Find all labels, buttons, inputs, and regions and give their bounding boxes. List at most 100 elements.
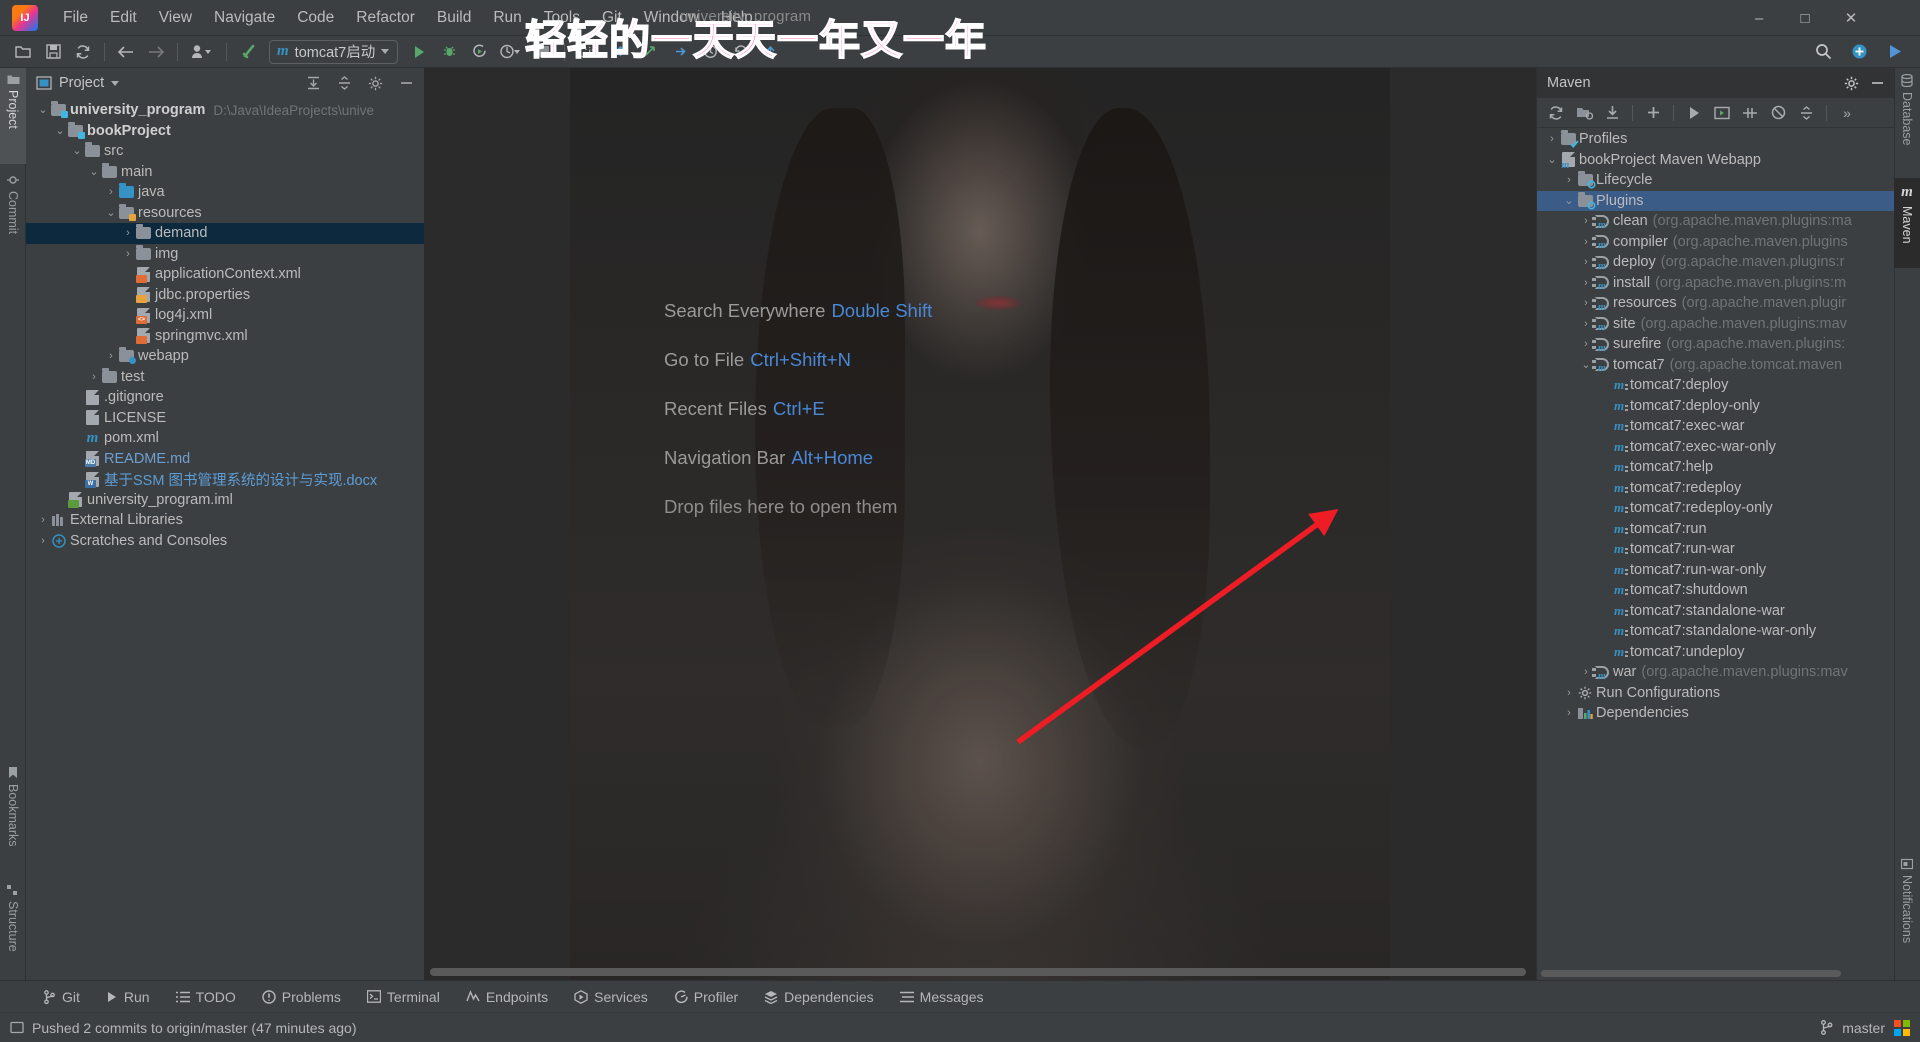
maven-tree-node[interactable]: › Lifecycle xyxy=(1537,170,1894,191)
profiler-icon[interactable] xyxy=(494,39,528,65)
git-commit-icon[interactable] xyxy=(635,39,665,65)
menu-item-navigate[interactable]: Navigate xyxy=(203,5,286,31)
hide-icon[interactable] xyxy=(394,72,418,94)
menu-item-run[interactable]: Run xyxy=(482,5,532,31)
maven-goal-tomcat7-run[interactable]: m tomcat7:run xyxy=(1537,519,1894,540)
git-push-icon[interactable] xyxy=(665,39,695,65)
run-configuration-selector[interactable]: m tomcat7启动 xyxy=(269,39,399,64)
close-button[interactable]: ✕ xyxy=(1828,0,1874,36)
maven-tree-node[interactable]: m tomcat7:redeploy-only xyxy=(1537,498,1894,519)
chevron-down-icon[interactable]: ⌄ xyxy=(70,146,84,157)
maven-tree-node[interactable]: m tomcat7:shutdown xyxy=(1537,580,1894,601)
minimize-button[interactable]: – xyxy=(1736,0,1782,36)
git-branch-label[interactable]: master xyxy=(1842,1020,1885,1036)
maven-tree-node[interactable]: › m site (org.apache.maven.plugins:mav xyxy=(1537,314,1894,335)
chevron-down-icon[interactable]: ⌄ xyxy=(87,166,101,177)
chevron-right-icon[interactable]: › xyxy=(1579,666,1593,678)
bottom-tab-run[interactable]: Run xyxy=(93,985,163,1009)
maven-tree-node[interactable]: m tomcat7:run-war-only xyxy=(1537,560,1894,581)
sidebar-item-project[interactable]: Project xyxy=(0,68,26,164)
chevron-down-icon[interactable]: ⌄ xyxy=(1579,359,1593,370)
download-sources-icon[interactable] xyxy=(1599,101,1625,125)
sidebar-item-structure[interactable]: Structure xyxy=(0,878,26,974)
maven-tree-node[interactable]: m tomcat7:help xyxy=(1537,457,1894,478)
menu-item-git[interactable]: Git xyxy=(591,5,633,31)
editor-horizontal-scrollbar[interactable] xyxy=(424,968,1536,976)
maven-tree-node[interactable]: m tomcat7:deploy-only xyxy=(1537,396,1894,417)
hide-icon[interactable] xyxy=(1864,71,1890,95)
toggle-offline-icon[interactable] xyxy=(1765,101,1791,125)
git-rollback-icon[interactable] xyxy=(725,39,755,65)
build-hammer-icon[interactable] xyxy=(233,39,263,65)
arrow-left-icon[interactable] xyxy=(111,39,141,65)
chevron-right-icon[interactable]: › xyxy=(104,350,118,362)
maven-tree-node[interactable]: m tomcat7:standalone-war-only xyxy=(1537,621,1894,642)
tree-node[interactable]: ⌄ main xyxy=(26,162,424,183)
more-icon[interactable]: » xyxy=(1834,101,1860,125)
chevron-right-icon[interactable]: › xyxy=(36,535,50,547)
tree-node[interactable]: LICENSE xyxy=(26,408,424,429)
chevron-right-icon[interactable]: › xyxy=(1579,277,1593,289)
chevron-right-icon[interactable]: › xyxy=(1579,297,1593,309)
bottom-tab-problems[interactable]: Problems xyxy=(249,985,354,1009)
maven-tree-node[interactable]: ⌄ Plugins xyxy=(1537,190,1894,211)
chevron-right-icon[interactable]: › xyxy=(1579,338,1593,350)
chevron-right-icon[interactable]: › xyxy=(121,227,135,239)
chevron-right-icon[interactable]: › xyxy=(1562,174,1576,186)
menu-item-code[interactable]: Code xyxy=(286,5,345,31)
chevron-right-icon[interactable]: › xyxy=(104,186,118,198)
maven-tree-node[interactable]: › m war (org.apache.maven.plugins:mav xyxy=(1537,662,1894,683)
maven-tree-node[interactable]: m tomcat7:deploy xyxy=(1537,375,1894,396)
tree-node[interactable]: m pom.xml xyxy=(26,428,424,449)
maven-horizontal-scrollbar[interactable] xyxy=(1537,970,1894,977)
branch-indicator-icon[interactable] xyxy=(755,39,785,65)
bottom-tab-endpoints[interactable]: Endpoints xyxy=(453,985,561,1009)
ide-run-icon[interactable] xyxy=(1880,39,1910,65)
chevron-right-icon[interactable]: › xyxy=(87,371,101,383)
tree-node[interactable]: › Scratches and Consoles xyxy=(26,531,424,552)
chevron-right-icon[interactable]: › xyxy=(1579,318,1593,330)
toggle-skip-tests-icon[interactable] xyxy=(1737,101,1763,125)
chevron-down-icon[interactable] xyxy=(111,80,120,86)
maven-tree-node[interactable]: › Run Configurations xyxy=(1537,683,1894,704)
collapse-all-icon[interactable] xyxy=(1793,101,1819,125)
tree-node[interactable]: ⌄ src xyxy=(26,141,424,162)
git-update-icon[interactable] xyxy=(605,39,635,65)
tree-node[interactable]: › java xyxy=(26,182,424,203)
chevron-down-icon[interactable]: ⌄ xyxy=(1545,154,1559,165)
chevron-down-icon[interactable]: ⌄ xyxy=(1562,195,1576,206)
maven-tree-node[interactable]: ⌄ m tomcat7 (org.apache.tomcat.maven xyxy=(1537,355,1894,376)
sidebar-item-database[interactable]: Database xyxy=(1894,68,1920,172)
chevron-down-icon[interactable]: ⌄ xyxy=(36,105,50,116)
maven-tree-node[interactable]: m tomcat7:standalone-war xyxy=(1537,601,1894,622)
save-icon[interactable] xyxy=(38,39,68,65)
menu-item-refactor[interactable]: Refactor xyxy=(345,5,426,31)
sidebar-item-bookmarks[interactable]: Bookmarks xyxy=(0,760,26,872)
sidebar-item-commit[interactable]: Commit xyxy=(0,168,26,260)
bottom-tab-todo[interactable]: TODO xyxy=(163,985,249,1009)
menu-item-file[interactable]: File xyxy=(52,5,99,31)
menu-item-tools[interactable]: Tools xyxy=(533,5,591,31)
collapse-all-icon[interactable] xyxy=(332,72,356,94)
git-history-icon[interactable] xyxy=(695,39,725,65)
chevron-down-icon[interactable]: ⌄ xyxy=(104,207,118,218)
maven-tree-node[interactable]: › m install (org.apache.maven.plugins:m xyxy=(1537,273,1894,294)
maven-tree-node[interactable]: m tomcat7:exec-war xyxy=(1537,416,1894,437)
chevron-right-icon[interactable]: › xyxy=(1562,687,1576,699)
chevron-right-icon[interactable]: › xyxy=(1562,707,1576,719)
bottom-tab-dependencies[interactable]: Dependencies xyxy=(751,985,887,1009)
chevron-right-icon[interactable]: › xyxy=(36,514,50,526)
tree-node[interactable]: springmvc.xml xyxy=(26,326,424,347)
tree-node[interactable]: jdbc.properties xyxy=(26,285,424,306)
chevron-right-icon[interactable]: › xyxy=(1579,256,1593,268)
gear-icon[interactable] xyxy=(1838,71,1864,95)
chevron-right-icon[interactable]: › xyxy=(1579,236,1593,248)
tree-node[interactable]: university_program.iml xyxy=(26,490,424,511)
maven-tree-node[interactable]: › m clean (org.apache.maven.plugins:ma xyxy=(1537,211,1894,232)
tree-node[interactable]: ⌄ resources xyxy=(26,203,424,224)
gear-icon[interactable] xyxy=(363,72,387,94)
tree-node[interactable]: W 基于SSM 图书管理系统的设计与实现.docx xyxy=(26,469,424,490)
bottom-tab-terminal[interactable]: Terminal xyxy=(354,985,453,1009)
windows-logo-icon[interactable] xyxy=(1894,1019,1910,1036)
debug-icon[interactable] xyxy=(434,39,464,65)
